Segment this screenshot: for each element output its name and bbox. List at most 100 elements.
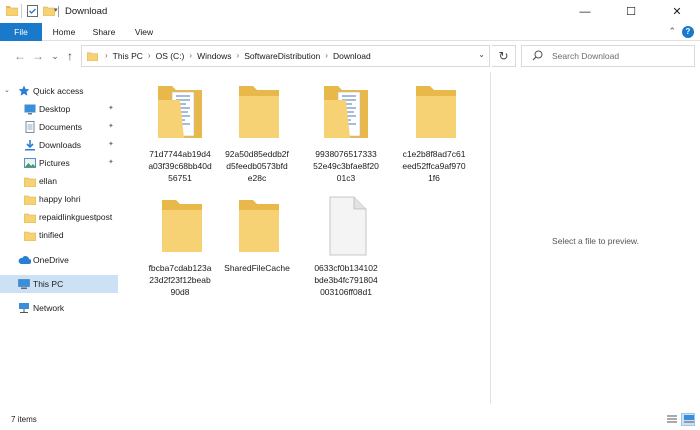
- folder-item[interactable]: SharedFileCache: [213, 196, 301, 306]
- folder-icon: [390, 82, 478, 144]
- breadcrumb-softwaredistribution[interactable]: SoftwareDistribution: [244, 46, 320, 66]
- file-name: fbcba7cdab123a 23d2f23f12beab 90d8: [136, 262, 224, 298]
- sidebar-item-label: happy lohri: [39, 194, 81, 204]
- folder-icon: [213, 82, 301, 144]
- title-bar: ▾ Download — ☐ ✕: [0, 0, 700, 23]
- network-icon: [18, 302, 30, 314]
- forward-button[interactable]: →: [30, 46, 46, 66]
- file-list: 71d7744ab19d4 a03f39c68bb40d 56751 92a50…: [118, 76, 490, 402]
- search-input[interactable]: Search Download: [552, 46, 619, 66]
- toolbar-divider: [21, 4, 22, 18]
- file-name-line: 9938076517333: [315, 149, 377, 159]
- computer-icon: [18, 278, 30, 290]
- sidebar-item-this-pc[interactable]: This PC: [0, 275, 118, 293]
- chevron-right-icon[interactable]: ›: [189, 46, 192, 66]
- folder-item[interactable]: 92a50d85eddb2f d5feedb0573bfd e28c: [213, 82, 301, 192]
- tab-home[interactable]: Home: [46, 23, 82, 41]
- folder-icon: [23, 193, 37, 206]
- sidebar-item-quick-access[interactable]: ⌄ Quick access: [0, 82, 118, 100]
- sidebar-item-label: Network: [33, 303, 65, 313]
- search-icon: [532, 50, 543, 63]
- file-name-line: 1f6: [428, 173, 440, 183]
- up-button[interactable]: ↑: [62, 46, 78, 66]
- chevron-right-icon[interactable]: ›: [237, 46, 240, 66]
- file-name-line: SharedFileCache: [224, 263, 290, 273]
- file-name-line: 71d7744ab19d4: [149, 149, 211, 159]
- file-item[interactable]: 0633cf0b134102 bde3b4fc791804 003106ff08…: [302, 196, 390, 306]
- collapse-ribbon-icon[interactable]: ⌃: [668, 26, 676, 37]
- breadcrumb-windows[interactable]: Windows: [197, 46, 231, 66]
- chevron-down-icon[interactable]: ⌄: [4, 82, 10, 100]
- address-bar[interactable]: › This PC › OS (C:) › Windows › Software…: [81, 45, 490, 67]
- file-name: 0633cf0b134102 bde3b4fc791804 003106ff08…: [302, 262, 390, 298]
- sidebar-item-desktop[interactable]: Desktop ✦: [0, 100, 118, 118]
- sidebar-item-network[interactable]: Network: [0, 299, 118, 317]
- folder-icon: [23, 229, 37, 242]
- sidebar-item-label: Quick access: [33, 86, 84, 96]
- back-button[interactable]: ←: [12, 46, 28, 66]
- customize-toolbar-icon[interactable]: ▾: [54, 6, 58, 14]
- sidebar-item-documents[interactable]: Documents ✦: [0, 118, 118, 136]
- pin-icon[interactable]: ✦: [108, 100, 114, 118]
- star-icon: [18, 85, 30, 97]
- folder-icon: [213, 196, 301, 258]
- navigation-bar: ← → ⌄ ↑ › This PC › OS (C:) › Windows › …: [0, 42, 700, 70]
- tab-share[interactable]: Share: [86, 23, 122, 41]
- pin-icon[interactable]: ✦: [108, 136, 114, 154]
- sidebar-item-happy-lohri[interactable]: happy lohri: [0, 190, 118, 208]
- sidebar-item-label: repaidlinkguestpost: [39, 212, 113, 222]
- preview-pane: Select a file to preview.: [491, 72, 700, 404]
- help-icon[interactable]: ?: [682, 26, 694, 38]
- tab-file[interactable]: File: [0, 23, 42, 41]
- sidebar-item-downloads[interactable]: Downloads ✦: [0, 136, 118, 154]
- pin-icon[interactable]: ✦: [108, 154, 114, 172]
- close-button[interactable]: ✕: [654, 0, 700, 23]
- preview-message: Select a file to preview.: [552, 236, 639, 246]
- folder-item[interactable]: 9938076517333 52e49c3bfae8f20 01c3: [302, 82, 390, 192]
- file-name-line: eed52ffca9af970: [402, 161, 466, 171]
- details-view-button[interactable]: [664, 413, 678, 426]
- folder-icon: [5, 5, 19, 18]
- title-separator: [58, 6, 59, 17]
- folder-item[interactable]: 71d7744ab19d4 a03f39c68bb40d 56751: [136, 82, 224, 192]
- desktop-icon: [24, 103, 36, 115]
- pictures-icon: [24, 157, 36, 169]
- large-icons-view-button[interactable]: [681, 413, 695, 426]
- chevron-right-icon: ›: [105, 51, 108, 60]
- sidebar-item-tinified[interactable]: tinified: [0, 226, 118, 244]
- search-box[interactable]: Search Download: [521, 45, 695, 67]
- sidebar-item-ellan[interactable]: ellan: [0, 172, 118, 190]
- file-name-line: 0633cf0b134102: [314, 263, 378, 273]
- sidebar-item-label: Downloads: [39, 140, 82, 150]
- breadcrumb-download[interactable]: Download: [333, 46, 371, 66]
- sidebar-item-label: Documents: [39, 122, 82, 132]
- tab-view[interactable]: View: [126, 23, 162, 41]
- folder-item[interactable]: c1e2b8f8ad7c61 eed52ffca9af970 1f6: [390, 82, 478, 192]
- sidebar-item-label: Desktop: [39, 104, 71, 114]
- file-name-line: 92a50d85eddb2f: [225, 149, 289, 159]
- address-dropdown-icon[interactable]: ⌄: [478, 50, 485, 59]
- file-name-line: 56751: [168, 173, 192, 183]
- sidebar-item-label: OneDrive: [33, 255, 69, 265]
- file-name-line: 23d2f23f12beab: [149, 275, 211, 285]
- folder-with-files-icon: [302, 82, 390, 144]
- sidebar-item-pictures[interactable]: Pictures ✦: [0, 154, 118, 172]
- pin-icon[interactable]: ✦: [108, 118, 114, 136]
- sidebar-item-label: Pictures: [39, 158, 70, 168]
- sidebar-item-onedrive[interactable]: OneDrive: [0, 251, 118, 269]
- cloud-icon: [18, 254, 32, 266]
- breadcrumb-os-c[interactable]: OS (C:): [156, 46, 185, 66]
- breadcrumb-this-pc[interactable]: This PC: [113, 46, 143, 66]
- minimize-button[interactable]: —: [562, 0, 608, 23]
- file-name: c1e2b8f8ad7c61 eed52ffca9af970 1f6: [390, 148, 478, 184]
- properties-icon[interactable]: [27, 5, 38, 19]
- sidebar-item-repaidlinkguestpost[interactable]: repaidlinkguestpost: [0, 208, 118, 226]
- recent-locations-button[interactable]: ⌄: [47, 46, 63, 66]
- refresh-button[interactable]: ↻: [492, 45, 516, 67]
- folder-item[interactable]: fbcba7cdab123a 23d2f23f12beab 90d8: [136, 196, 224, 306]
- file-name: 92a50d85eddb2f d5feedb0573bfd e28c: [213, 148, 301, 184]
- maximize-button[interactable]: ☐: [608, 0, 654, 23]
- chevron-right-icon[interactable]: ›: [148, 46, 151, 66]
- chevron-right-icon[interactable]: ›: [325, 46, 328, 66]
- file-name-line: e28c: [247, 173, 267, 183]
